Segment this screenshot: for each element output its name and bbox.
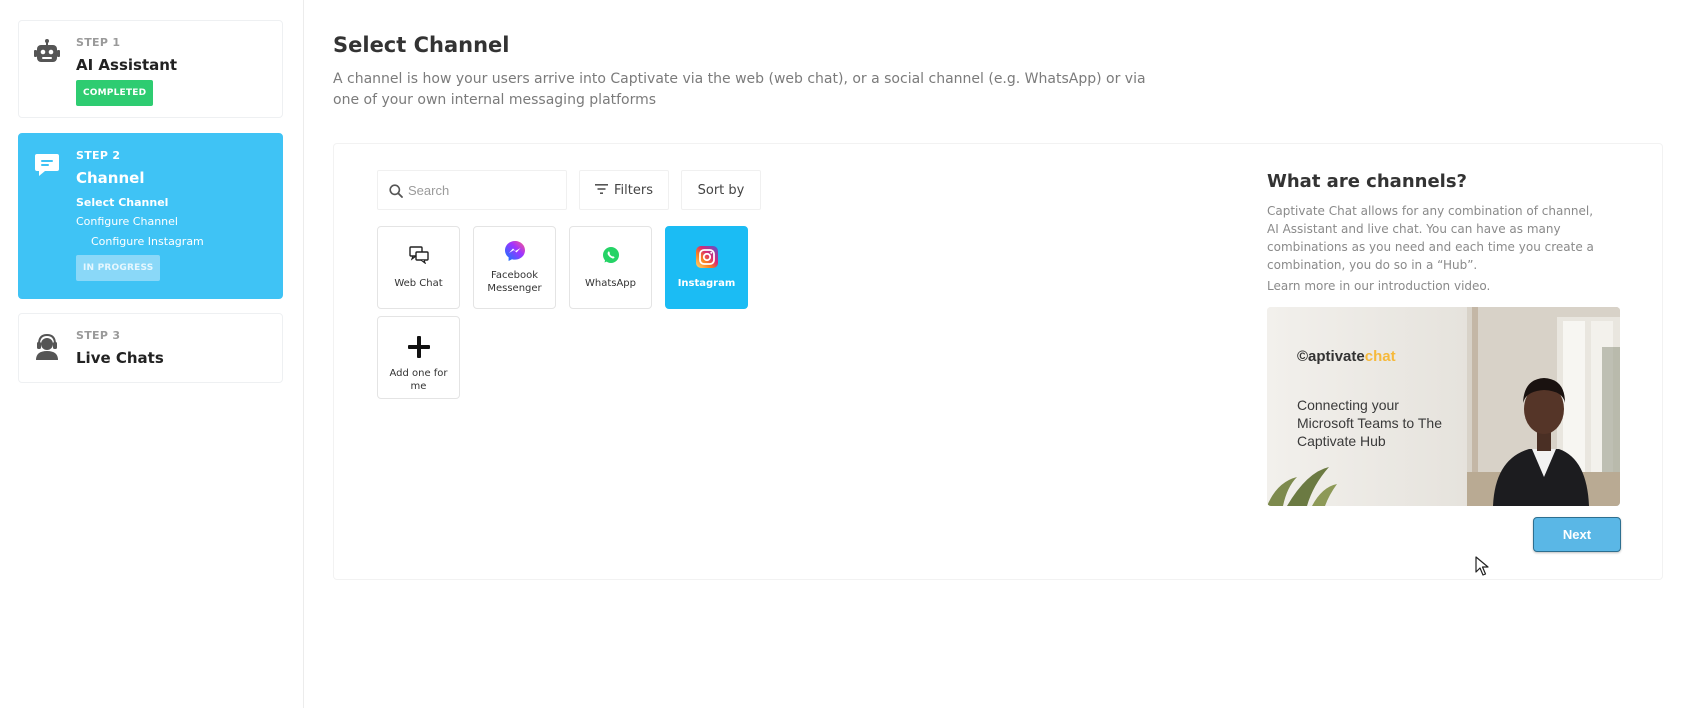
substep-select-channel[interactable]: Select Channel <box>76 196 274 209</box>
tile-label: Facebook Messenger <box>487 270 542 294</box>
filter-icon <box>595 183 609 198</box>
web-chat-icon <box>378 246 459 268</box>
tile-label: Instagram <box>677 278 736 289</box>
filters-label: Filters <box>614 182 653 198</box>
substep-configure-instagram[interactable]: Configure Instagram <box>76 235 274 248</box>
intro-video-thumbnail[interactable]: ©aptivatechat Connecting your Microsoft … <box>1267 307 1620 506</box>
channel-tile-whatsapp[interactable]: WhatsApp <box>569 226 652 309</box>
filters-button[interactable]: Filters <box>579 170 669 210</box>
sort-label: Sort by <box>697 182 745 198</box>
channel-tile-web-chat[interactable]: Web Chat <box>377 226 460 309</box>
headset-agent-icon <box>34 332 60 360</box>
instagram-icon <box>666 246 747 268</box>
chat-bubble-icon <box>34 152 60 178</box>
page-title: Select Channel <box>333 33 510 57</box>
step-number: STEP 3 <box>76 329 121 342</box>
status-badge: COMPLETED <box>76 80 154 106</box>
status-badge: IN PROGRESS <box>76 255 161 281</box>
captivatechat-logo: ©aptivatechat <box>1297 348 1396 365</box>
search-box[interactable] <box>377 170 567 210</box>
whatsapp-icon <box>570 246 651 268</box>
channel-tile-add-one-for-me[interactable]: Add one for me <box>377 316 460 399</box>
tile-label: Web Chat <box>394 278 443 289</box>
step-card-live-chats[interactable]: STEP 3 Live Chats <box>18 313 283 383</box>
step-card-channel[interactable]: STEP 2 Channel Select Channel Configure … <box>18 133 283 299</box>
substep-configure-channel[interactable]: Configure Channel <box>76 215 274 228</box>
step-number: STEP 2 <box>76 149 121 162</box>
plus-icon <box>378 336 459 358</box>
robot-icon <box>34 39 60 65</box>
channel-panel: Filters Sort by Web Chat <box>333 143 1663 580</box>
sort-by-button[interactable]: Sort by <box>681 170 761 210</box>
step-title: Channel <box>76 169 145 187</box>
step-card-ai-assistant[interactable]: STEP 1 AI Assistant COMPLETED <box>18 20 283 118</box>
step-number: STEP 1 <box>76 36 121 49</box>
mouse-cursor-icon <box>1475 556 1489 580</box>
intro-video-link[interactable]: Learn more in our introduction video. <box>1267 279 1490 293</box>
steps-sidebar: STEP 1 AI Assistant COMPLETED STEP 2 Cha… <box>0 0 304 708</box>
step-title: AI Assistant <box>76 56 178 74</box>
video-caption: Connecting your Microsoft Teams to The C… <box>1297 397 1442 449</box>
tile-label: WhatsApp <box>584 278 637 289</box>
channel-tile-facebook-messenger[interactable]: Facebook Messenger <box>473 226 556 309</box>
page-description: A channel is how your users arrive into … <box>333 71 1146 108</box>
search-input[interactable] <box>408 180 558 200</box>
tile-label: Add one for me <box>389 368 448 392</box>
step-title: Live Chats <box>76 349 164 367</box>
channel-tile-instagram[interactable]: Instagram <box>665 226 748 309</box>
info-title: What are channels? <box>1267 171 1467 192</box>
next-button[interactable]: Next <box>1533 517 1621 552</box>
search-icon <box>389 183 403 202</box>
info-text: Captivate Chat allows for any combinatio… <box>1267 204 1594 272</box>
messenger-icon <box>474 240 555 262</box>
